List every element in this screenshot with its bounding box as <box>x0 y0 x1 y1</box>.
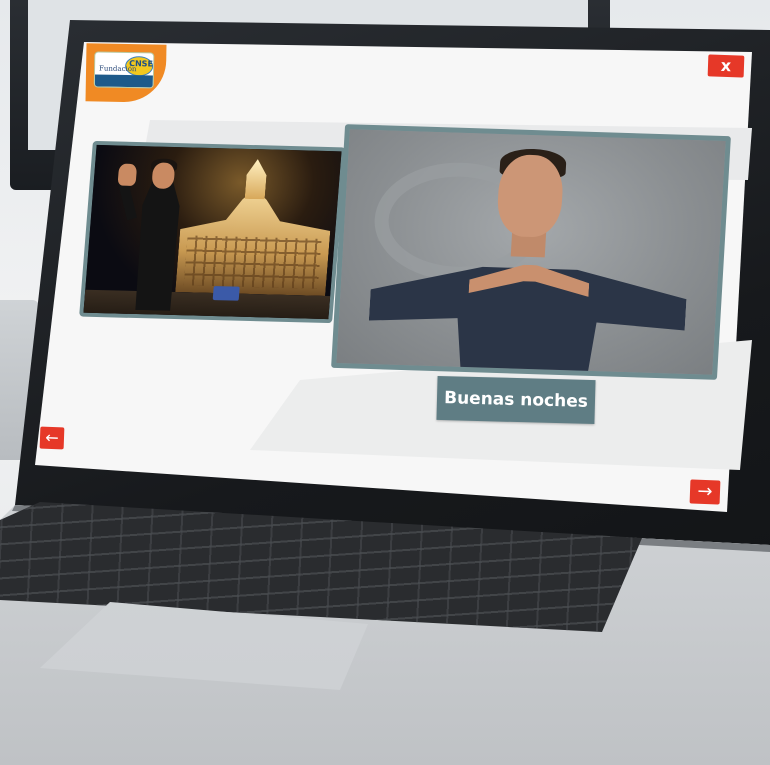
photo-street <box>83 289 331 322</box>
photo-bus <box>212 286 240 301</box>
scene-photo <box>79 140 346 324</box>
caption-button[interactable]: Buenas noches <box>436 375 596 425</box>
sign-language-video[interactable] <box>331 124 731 380</box>
logo-emblem: CNSE Fundación <box>93 51 155 89</box>
photo-person-hand <box>117 163 138 186</box>
laptop <box>0 0 770 765</box>
close-button[interactable]: x <box>707 54 745 78</box>
close-icon: x <box>720 55 732 76</box>
arrow-left-icon: ← <box>44 427 60 448</box>
logo-text: Fundación <box>99 64 137 74</box>
next-button[interactable]: → <box>689 479 721 505</box>
previous-button[interactable]: ← <box>39 426 65 450</box>
logo-ribbon <box>94 74 153 88</box>
photo-palace-windows <box>183 235 322 289</box>
arrow-right-icon: → <box>697 480 713 503</box>
